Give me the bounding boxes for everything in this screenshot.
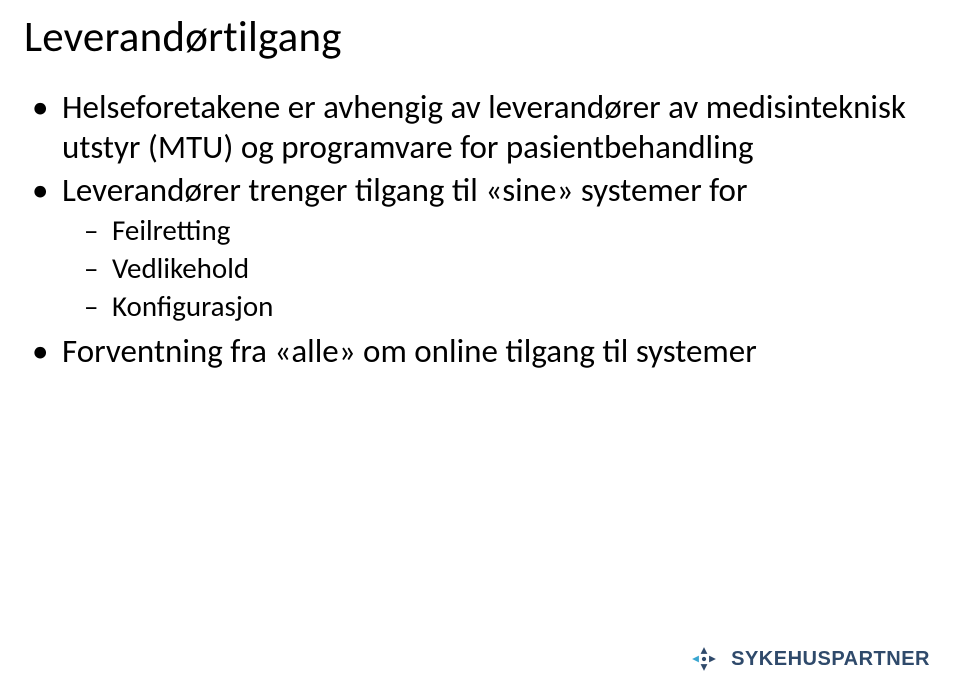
sub-bullet-item: Konfigurasjon — [84, 288, 936, 324]
sub-bullet-list: Feilretting Vedlikehold Konfigurasjon — [84, 212, 936, 325]
sub-bullet-item: Vedlikehold — [84, 250, 936, 286]
bullet-text: Forventning fra «alle» om online tilgang… — [62, 331, 757, 371]
logo-mark-icon — [687, 642, 721, 676]
bullet-item: Helseforetakene er avhengig av leverandø… — [32, 87, 936, 168]
sub-bullet-text: Vedlikehold — [112, 250, 249, 286]
sub-bullet-item: Feilretting — [84, 212, 936, 248]
bullet-text: Helseforetakene er avhengig av leverandø… — [62, 87, 906, 167]
brand-logo: SYKEHUSPARTNER — [687, 642, 930, 676]
bullet-list: Helseforetakene er avhengig av leverandø… — [32, 87, 936, 371]
sub-bullet-text: Feilretting — [112, 212, 230, 248]
bullet-item: Leverandører trenger tilgang til «sine» … — [32, 170, 936, 325]
sub-bullet-text: Konfigurasjon — [112, 288, 273, 324]
bullet-text: Leverandører trenger tilgang til «sine» … — [62, 170, 747, 210]
logo-text: SYKEHUSPARTNER — [731, 648, 930, 671]
bullet-item: Forventning fra «alle» om online tilgang… — [32, 331, 936, 371]
slide-title: Leverandørtilgang — [24, 10, 936, 63]
slide: Leverandørtilgang Helseforetakene er avh… — [0, 0, 960, 694]
